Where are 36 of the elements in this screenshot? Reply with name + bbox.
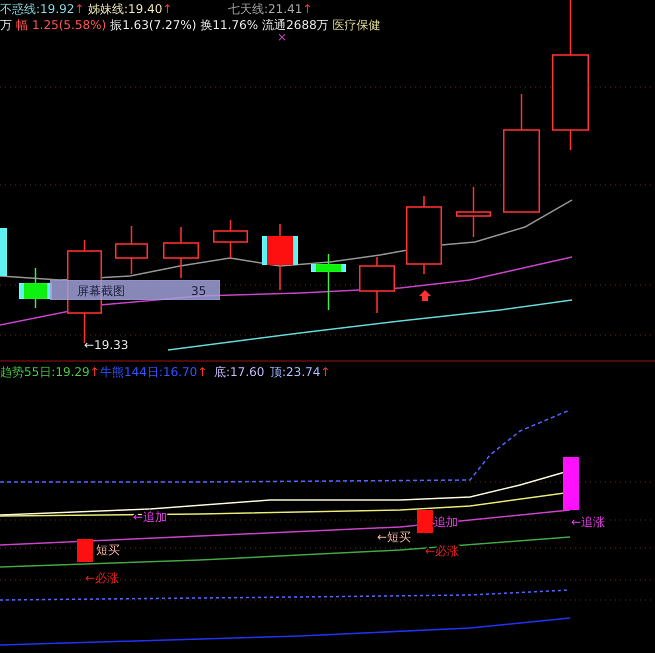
candlestick	[115, 226, 148, 274]
signal-marker	[417, 510, 433, 533]
stat-text: 幅	[16, 18, 28, 32]
low-price-label: ←19.33	[84, 338, 128, 352]
signal-label: ←必涨	[85, 571, 120, 585]
stat-text: 换11.76%	[200, 18, 258, 32]
legend-item: 顶:23.74↑	[270, 365, 330, 379]
legend-item: 底:17.60	[214, 365, 264, 379]
candlestick	[311, 254, 346, 310]
tooltip-value: 35	[191, 284, 206, 298]
legend-item: 不惑线:19.92↑	[0, 2, 84, 16]
signal-marker	[77, 539, 93, 562]
stat-text: 1.25(5.58%)	[32, 18, 106, 32]
legend-item: 姊妹线:19.40↑	[88, 2, 172, 16]
signal-label: 短买	[96, 543, 120, 557]
stat-text: 医疗保健	[332, 18, 381, 32]
tooltip-label: 屏幕截图	[77, 284, 125, 298]
candlestick	[262, 224, 298, 290]
candlestick	[456, 187, 491, 237]
stat-text: 振1.63(7.27%)	[110, 18, 196, 32]
candlestick	[163, 227, 199, 278]
candlestick	[359, 257, 395, 313]
legend-item: 七天线:21.41↑	[228, 2, 312, 16]
candlestick	[213, 220, 248, 258]
legend-item: 牛熊144日:16.70↑	[100, 365, 208, 379]
candlestick	[19, 268, 52, 308]
marker-symbol: ×	[277, 30, 288, 44]
stat-text: 流通2688万	[262, 18, 329, 32]
candlestick	[0, 228, 7, 276]
signal-label: ←必涨	[425, 544, 460, 558]
legend-item: 趋势55日:19.29↑	[0, 365, 100, 379]
stat-text: 万	[0, 18, 12, 32]
up-arrow-icon	[419, 290, 431, 301]
signal-marker	[563, 457, 579, 510]
signal-label: ←短买	[377, 530, 412, 544]
signal-label: ←追涨	[571, 515, 606, 529]
